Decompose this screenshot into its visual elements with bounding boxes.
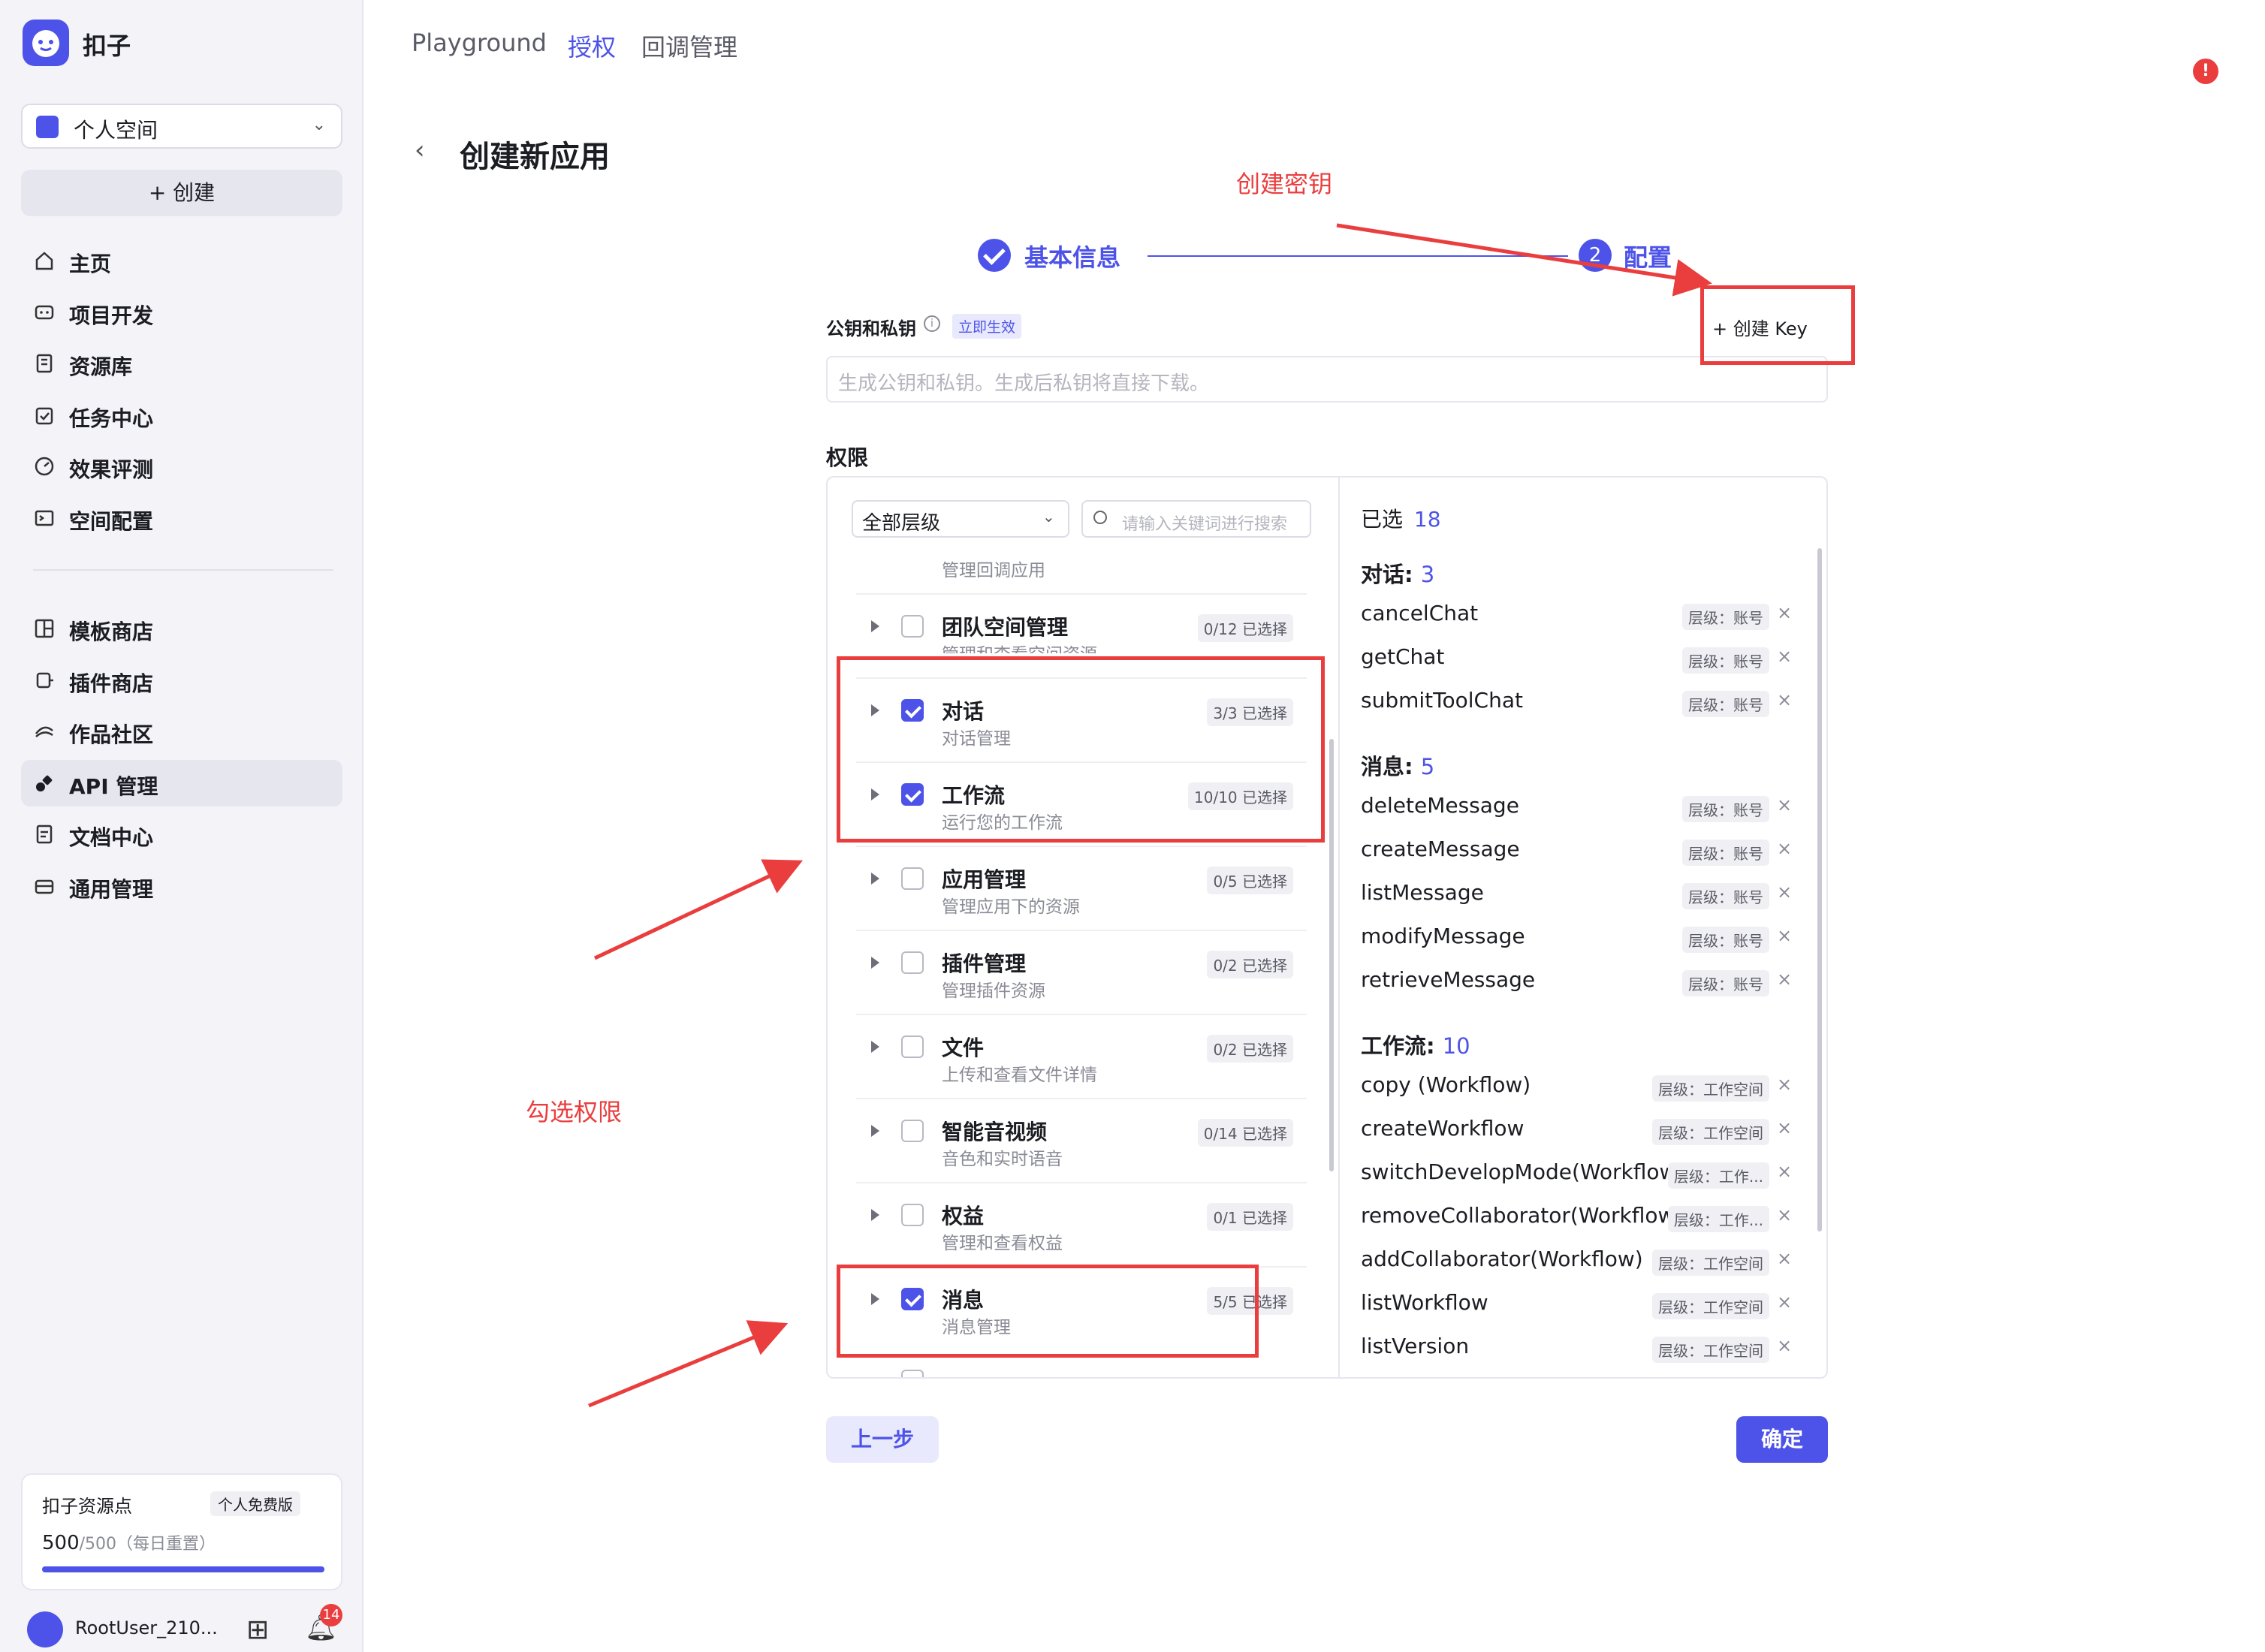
- arrow-to-create-key: [1336, 223, 1712, 297]
- arrow-to-message: [588, 1320, 789, 1408]
- arrow-to-chat-workflow: [593, 859, 804, 960]
- annotation-arrows: [588, 223, 1712, 1408]
